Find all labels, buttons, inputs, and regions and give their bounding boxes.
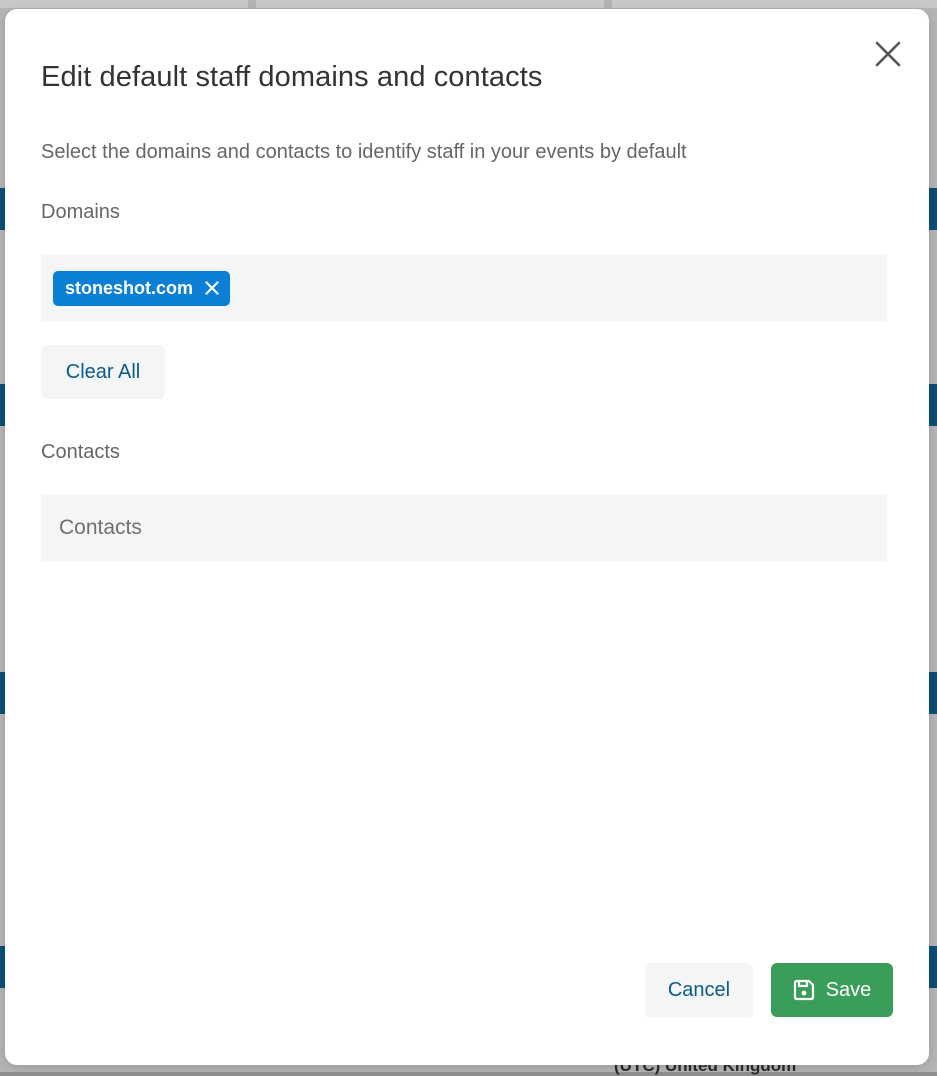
contacts-label: Contacts bbox=[41, 441, 120, 463]
cancel-button[interactable]: Cancel bbox=[645, 963, 753, 1017]
edit-staff-domains-modal: Edit default staff domains and contacts … bbox=[5, 9, 929, 1065]
save-button-label: Save bbox=[825, 978, 872, 1001]
save-button[interactable]: Save bbox=[771, 963, 893, 1017]
background-column bbox=[612, 0, 937, 8]
floppy-disk-icon bbox=[793, 979, 814, 1001]
modal-title: Edit default staff domains and contacts bbox=[41, 61, 543, 93]
domain-chip-label: stoneshot.com bbox=[65, 277, 194, 298]
close-icon bbox=[875, 41, 901, 67]
contacts-input[interactable] bbox=[41, 495, 887, 561]
background-column bbox=[256, 0, 604, 8]
background-column bbox=[0, 0, 248, 8]
domain-chip: stoneshot.com bbox=[53, 270, 231, 306]
modal-subtitle: Select the domains and contacts to ident… bbox=[41, 141, 687, 163]
close-icon bbox=[205, 281, 219, 295]
close-button[interactable] bbox=[869, 35, 907, 73]
domains-field[interactable]: stoneshot.com bbox=[41, 255, 887, 321]
clear-all-button[interactable]: Clear All bbox=[41, 345, 165, 399]
remove-domain-button[interactable] bbox=[205, 281, 219, 295]
domains-label: Domains bbox=[41, 201, 120, 223]
